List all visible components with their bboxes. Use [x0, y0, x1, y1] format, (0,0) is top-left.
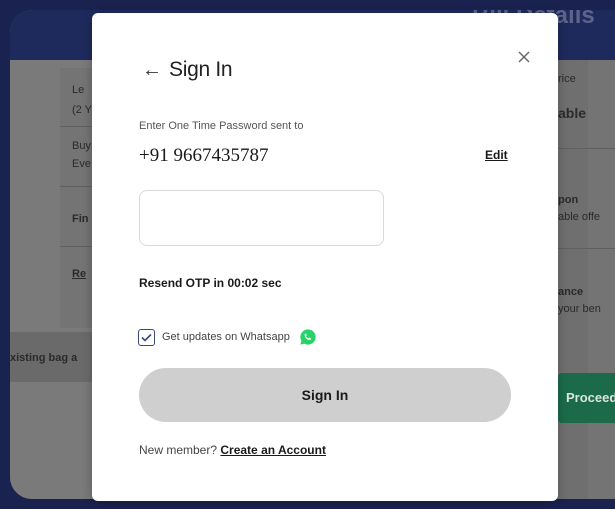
new-member-row: New member? Create an Account — [139, 443, 326, 457]
divider — [558, 148, 615, 149]
background-text: ance — [558, 286, 584, 298]
background-text: Le — [72, 84, 85, 96]
whatsapp-icon — [300, 329, 316, 345]
divider — [60, 246, 96, 247]
arrow-left-icon[interactable]: ← — [142, 60, 162, 80]
otp-instruction-label: Enter One Time Password sent to — [139, 120, 304, 132]
background-text: Fin — [72, 213, 89, 225]
phone-number: +91 9667435787 — [139, 145, 269, 166]
background-text: xisting bag a — [10, 352, 78, 364]
divider — [60, 186, 96, 187]
background-text: Eve — [72, 158, 91, 170]
background-right-panel — [588, 60, 615, 499]
resend-otp-timer: Resend OTP in 00:02 sec — [139, 276, 282, 290]
otp-input[interactable] — [139, 190, 384, 246]
background-text: pon — [558, 194, 579, 206]
background-text: Buy — [72, 140, 91, 152]
sign-in-modal: ← Sign In Enter One Time Password sent t… — [92, 13, 558, 501]
whatsapp-updates-label: Get updates on Whatsapp — [162, 331, 290, 343]
modal-title: Sign In — [169, 58, 233, 81]
whatsapp-updates-row: Get updates on Whatsapp — [138, 326, 317, 348]
close-icon[interactable] — [513, 46, 535, 68]
background-text: able — [558, 105, 587, 121]
divider — [558, 248, 615, 249]
new-member-text: New member? — [139, 443, 218, 457]
background-text: Re — [72, 268, 87, 280]
divider — [60, 126, 96, 127]
close-icon-glyph — [518, 51, 530, 63]
background-text: your ben — [558, 303, 601, 315]
background-text: rice — [558, 73, 576, 85]
edit-phone-link[interactable]: Edit — [485, 148, 508, 162]
create-account-link[interactable]: Create an Account — [220, 443, 326, 457]
background-proceed-button: Proceed — [558, 373, 615, 423]
background-text: (2 Y — [72, 104, 92, 116]
sign-in-button[interactable]: Sign In — [139, 368, 511, 422]
checkmark-icon — [141, 333, 152, 342]
background-proceed-label: Proceed — [566, 390, 615, 405]
background-text: able offe — [558, 211, 601, 223]
whatsapp-updates-checkbox[interactable] — [138, 328, 155, 346]
